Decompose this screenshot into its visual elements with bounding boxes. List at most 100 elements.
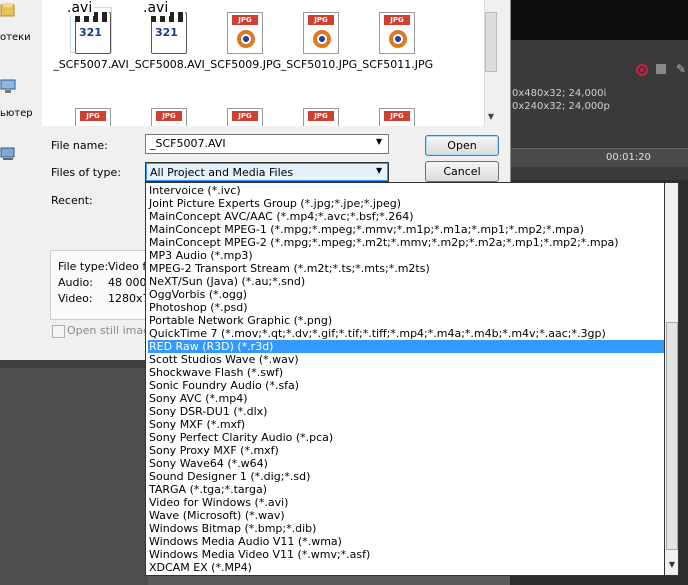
file-type-option[interactable]: Scott Studios Wave (*.wav) xyxy=(148,353,664,366)
file-item[interactable]: JPG xyxy=(128,96,206,126)
file-type-option[interactable]: Windows Media Audio V11 (*.wma) xyxy=(148,535,664,548)
avi-file-icon: 321 .avi xyxy=(141,0,187,54)
jpg-file-icon: JPG xyxy=(223,8,263,54)
file-type-option[interactable]: MPEG-2 Transport Stream (*.m2t;*.ts;*.mt… xyxy=(148,262,664,275)
file-item[interactable]: 321 .avi _SCF5008.AVI xyxy=(128,0,206,80)
file-type-option[interactable]: MainConcept MPEG-1 (*.mpg;*.mpeg;*.mmv;*… xyxy=(148,223,664,236)
background-track-area xyxy=(0,360,148,585)
stop-icon[interactable] xyxy=(656,64,666,74)
jpg-icon-tag: JPG xyxy=(384,15,410,25)
file-item[interactable]: JPG xyxy=(356,96,434,126)
file-type-option[interactable]: RED Raw (R3D) (*.r3d) xyxy=(148,340,664,353)
file-item[interactable]: JPG xyxy=(52,96,130,126)
file-type-option[interactable]: Sony Wave64 (*.w64) xyxy=(148,457,664,470)
file-type-value: Video fo xyxy=(108,260,148,273)
file-name-caption: _SCF5008.AVI xyxy=(129,58,205,71)
file-type-option[interactable]: Shockwave Flash (*.swf) xyxy=(148,366,664,379)
chevron-down-icon[interactable]: ▼ xyxy=(376,166,382,175)
timeline-ruler[interactable] xyxy=(510,148,688,167)
media-info-line: 0x240x32; 24,000p xyxy=(512,101,610,112)
files-of-type-value: All Project and Media Files xyxy=(150,166,294,179)
file-item[interactable]: JPG xyxy=(204,96,282,126)
file-type-option[interactable]: TARGA (*.tga;*.targa) xyxy=(148,483,664,496)
places-bar xyxy=(0,0,40,360)
libraries-icon[interactable] xyxy=(0,2,16,18)
file-type-option[interactable]: Sony MXF (*.mxf) xyxy=(148,418,664,431)
files-of-type-label: Files of type: xyxy=(51,166,122,179)
open-button[interactable]: Open xyxy=(425,135,499,156)
video-value: 1280x7 xyxy=(108,292,148,305)
file-list-view[interactable]: 321 .avi _SCF5007.AVI 321 .avi _SCF5008.AVI JP… xyxy=(42,0,497,126)
file-type-option[interactable]: QuickTime 7 (*.mov;*.qt;*.dv;*.gif;*.tif… xyxy=(148,327,664,340)
video-preview-area xyxy=(510,0,688,40)
scroll-down-arrow-icon[interactable]: ▼ xyxy=(666,560,678,572)
file-type-option[interactable]: OggVorbis (*.ogg) xyxy=(148,288,664,301)
jpg-icon-tag: JPG xyxy=(384,111,410,121)
file-type-option[interactable]: Photoshop (*.psd) xyxy=(148,301,664,314)
file-type-option[interactable]: MP3 Audio (*.mp3) xyxy=(148,249,664,262)
audio-label: Audio: xyxy=(58,276,93,289)
file-type-option[interactable]: Sony Perfect Clarity Audio (*.pca) xyxy=(148,431,664,444)
file-item[interactable]: 321 .avi _SCF5007.AVI xyxy=(52,0,130,80)
file-item[interactable]: JPG _SCF5009.JPG xyxy=(204,0,282,80)
file-name-caption: _SCF5011.JPG xyxy=(356,58,434,71)
file-type-option[interactable]: Joint Picture Experts Group (*.jpg;*.jpe… xyxy=(148,197,664,210)
file-type-option[interactable]: Sony Proxy MXF (*.mxf) xyxy=(148,444,664,457)
file-type-option[interactable]: Sonic Foundry Audio (*.sfa) xyxy=(148,379,664,392)
jpg-file-icon: JPG xyxy=(299,104,339,126)
file-item[interactable]: JPG xyxy=(280,96,358,126)
file-type-option[interactable]: Intervoice (*.ivc) xyxy=(148,184,664,197)
file-type-option[interactable]: Video for Windows (*.avi) xyxy=(148,496,664,509)
file-type-option[interactable]: Sound Designer 1 (*.dig;*.sd) xyxy=(148,470,664,483)
timeline-time-marker: 00:01:20 xyxy=(606,152,651,163)
file-name-value: _SCF5007.AVI xyxy=(150,137,226,150)
open-still-image-checkbox[interactable] xyxy=(52,325,65,338)
dropdown-scroll-thumb[interactable] xyxy=(666,322,678,550)
avi-icon-extension: .avi xyxy=(65,0,95,16)
video-label: Video: xyxy=(58,292,93,305)
file-item[interactable]: JPG _SCF5011.JPG xyxy=(356,0,434,80)
file-type-option[interactable]: Sony DSR-DU1 (*.dlx) xyxy=(148,405,664,418)
file-type-option[interactable]: NeXT/Sun (Java) (*.au;*.snd) xyxy=(148,275,664,288)
file-type-option[interactable]: XDCAM EX (*.MP4) xyxy=(148,561,664,574)
file-type-option[interactable]: Wave (Microsoft) (*.wav) xyxy=(148,509,664,522)
jpg-icon-tag: JPG xyxy=(232,111,258,121)
media-info-line: 0x480x32; 24,000i xyxy=(512,88,607,99)
jpg-icon-tag: JPG xyxy=(308,111,334,121)
scroll-down-arrow-icon[interactable]: ▼ xyxy=(485,112,497,124)
file-type-option[interactable]: MainConcept MPEG-2 (*.mpg;*.mpeg;*.m2t;*… xyxy=(148,236,664,249)
recent-label: Recent: xyxy=(51,194,93,207)
files-of-type-dropdown-list[interactable]: Intervoice (*.ivc) Joint Picture Experts … xyxy=(145,182,665,576)
avi-icon-number: 321 xyxy=(155,26,178,39)
places-item-computer[interactable]: ьютер xyxy=(0,108,33,119)
avi-icon-number: 321 xyxy=(79,26,102,39)
open-still-image-label: Open still image xyxy=(67,324,157,337)
file-list-scroll-thumb[interactable] xyxy=(485,12,497,72)
file-type-option[interactable]: Windows Bitmap (*.bmp;*.dib) xyxy=(148,522,664,535)
chevron-down-icon[interactable]: ▼ xyxy=(376,137,382,146)
file-type-option[interactable]: Sony AVC (*.mp4) xyxy=(148,392,664,405)
network-icon[interactable] xyxy=(0,146,16,162)
file-name-label: File name: xyxy=(51,139,108,152)
record-icon[interactable] xyxy=(636,64,648,76)
avi-icon-extension: .avi xyxy=(141,0,171,16)
places-item-libraries[interactable]: отеки xyxy=(0,32,31,43)
jpg-file-icon: JPG xyxy=(223,104,263,126)
avi-file-icon: 321 .avi xyxy=(65,0,112,54)
jpg-file-icon: JPG xyxy=(147,104,187,126)
jpg-file-icon: JPG xyxy=(375,104,415,126)
file-type-label: File type: xyxy=(58,260,109,273)
jpg-file-icon: JPG xyxy=(375,8,415,54)
file-type-option[interactable]: MainConcept AVC/AAC (*.mp4;*.avc;*.bsf;*… xyxy=(148,210,664,223)
audio-value: 48 000 I xyxy=(108,276,148,289)
file-type-option[interactable]: Portable Network Graphic (*.png) xyxy=(148,314,664,327)
background-track-header xyxy=(0,360,148,368)
computer-icon[interactable] xyxy=(0,78,16,94)
cancel-button[interactable]: Cancel xyxy=(425,161,499,182)
file-name-caption: _SCF5010.JPG xyxy=(280,58,358,71)
file-type-option[interactable]: Windows Media Video V11 (*.wmv;*.asf) xyxy=(148,548,664,561)
jpg-icon-tag: JPG xyxy=(80,111,106,121)
file-item[interactable]: JPG _SCF5010.JPG xyxy=(280,0,358,80)
file-name-caption: _SCF5009.JPG xyxy=(204,58,282,71)
settings-icon[interactable]: ✎ xyxy=(676,62,686,76)
